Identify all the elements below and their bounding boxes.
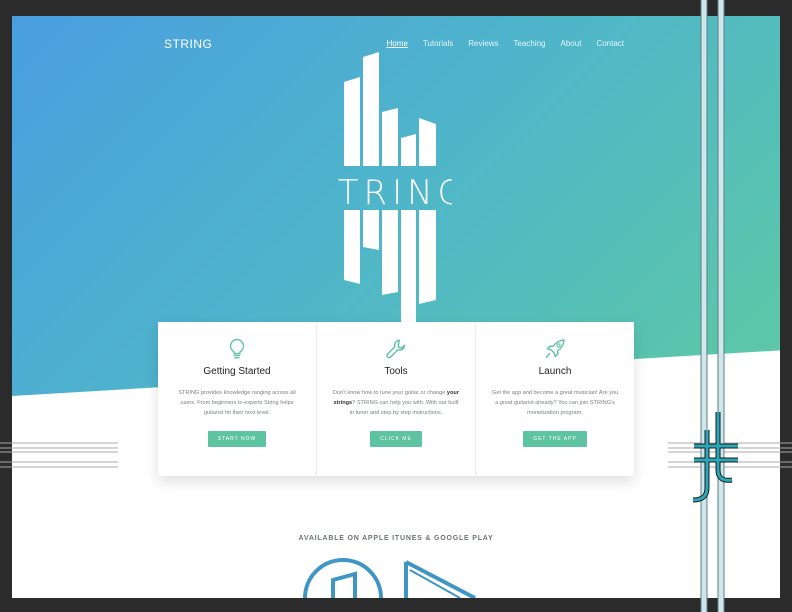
card-description: STRING provides knowledge ranging across… [178, 390, 296, 416]
page-frame: STRING Home Tutorials Reviews Teaching A… [12, 16, 780, 598]
start-now-button[interactable]: START NOW [207, 431, 267, 447]
brand-logo[interactable]: STRING [164, 37, 212, 51]
feature-cards: Getting Started STRING provides knowledg… [158, 322, 634, 476]
get-the-app-button[interactable]: GET THE APP [523, 431, 587, 447]
card-title: Getting Started [203, 366, 271, 377]
card-getting-started: Getting Started STRING provides knowledg… [158, 322, 317, 476]
card-description: Don't know how to tune your guitar or ch… [332, 390, 460, 416]
available-heading: AVAILABLE ON APPLE ITUNES & GOOGLE PLAY [298, 535, 494, 542]
nav-teaching[interactable]: Teaching [513, 39, 545, 48]
google-play-icon [404, 560, 476, 598]
card-title: Launch [538, 366, 572, 377]
lightbulb-icon [229, 338, 245, 359]
store-icons [303, 558, 476, 598]
card-description: Get the app and become a great musician!… [491, 390, 619, 416]
rocket-icon [545, 339, 565, 359]
nav-tutorials[interactable]: Tutorials [423, 39, 453, 48]
main-nav: Home Tutorials Reviews Teaching About Co… [387, 39, 624, 48]
click-me-button[interactable]: CLICK ME [370, 431, 422, 447]
nav-about[interactable]: About [561, 39, 582, 48]
logo-wordmark: STRING [332, 173, 452, 213]
nav-home[interactable]: Home [387, 39, 408, 48]
nav-contact[interactable]: Contact [596, 39, 624, 48]
wrench-icon [386, 339, 406, 359]
nav-reviews[interactable]: Reviews [468, 39, 498, 48]
card-launch: Launch Get the app and become a great mu… [476, 322, 634, 476]
card-tools: Tools Don't know how to tune your guitar… [317, 322, 476, 476]
music-note-icon [331, 571, 357, 598]
string-bars-logo: STRING [332, 52, 452, 322]
card-title: Tools [384, 366, 408, 377]
